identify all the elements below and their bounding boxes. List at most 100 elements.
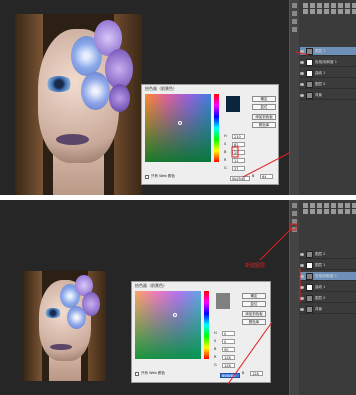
layer-row[interactable]: 曲线 1 [300, 283, 356, 292]
layer-mask-thumb [306, 283, 313, 291]
layer-thumb [306, 305, 313, 313]
eye-icon[interactable] [300, 296, 304, 300]
field-b: B 25 [224, 149, 245, 155]
field-s: S0 [214, 338, 235, 344]
layer-thumb [306, 47, 313, 55]
arrow-to-new-layer-button [259, 227, 293, 261]
adjustments-grid[interactable] [303, 3, 356, 14]
layers-panel: 图层 1 色相/饱和度 1 曲线 1 图层 0 背景 [289, 0, 356, 195]
eye-icon[interactable] [300, 252, 304, 256]
layer-thumb [306, 294, 313, 302]
field-blue: B 64 [252, 173, 273, 179]
layer-mask-thumb [306, 261, 313, 269]
color-cursor[interactable] [173, 313, 177, 317]
eye-icon[interactable] [300, 307, 304, 311]
eye-icon[interactable] [300, 285, 304, 289]
dialog-title: 拾色器（前景色） [145, 86, 177, 91]
hue-slider[interactable] [214, 94, 219, 162]
lips [55, 134, 89, 146]
layer-row[interactable]: 背景 [300, 91, 356, 100]
hex-input[interactable]: 0b2540 [230, 176, 250, 181]
layer-row[interactable]: 曲线 1 [300, 69, 356, 78]
field-s: S 82 [224, 141, 245, 147]
layer-mask-thumb [306, 69, 313, 77]
eye-icon[interactable] [300, 263, 304, 267]
current-color-swatch[interactable] [226, 104, 240, 112]
saturation-brightness-field[interactable] [135, 291, 201, 359]
blue-input[interactable]: 128 [250, 370, 263, 376]
web-colors-only[interactable]: 只有 Web 颜色 [145, 174, 175, 179]
eye-icon[interactable] [300, 274, 304, 278]
blue-input[interactable]: 64 [260, 173, 273, 179]
layer-thumb [306, 250, 313, 258]
field-blue: B 128 [242, 370, 263, 376]
r-input[interactable]: 128 [222, 354, 235, 360]
field-g: G 37 [224, 165, 245, 171]
hex-input[interactable]: 808080 [220, 373, 240, 378]
b-input[interactable]: 25 [232, 149, 245, 155]
panel-tool-strip [290, 0, 299, 195]
lips [50, 343, 72, 351]
field-b: B 50 [214, 346, 235, 352]
layer-thumb [306, 91, 313, 99]
field-h: H0 [214, 330, 235, 336]
eye-icon[interactable] [300, 82, 304, 86]
reset-button[interactable]: 复位 [242, 301, 266, 307]
flower-crown [67, 14, 137, 114]
add-to-swatches-button[interactable]: 添加到色板 [252, 114, 276, 120]
portrait-canvas[interactable] [15, 14, 142, 195]
layer-mask-thumb [306, 58, 313, 66]
color-libraries-button[interactable]: 颜色库 [242, 319, 266, 325]
color-picker-dialog: 拾色器（前景色） 确定 复位 添加到色板 颜色库 H0 S0 B 50 R 128 … [131, 281, 271, 383]
adjustments-grid[interactable] [303, 203, 356, 214]
ok-button[interactable]: 确定 [252, 96, 276, 102]
hue-slider[interactable] [204, 291, 209, 359]
color-cursor[interactable] [178, 121, 182, 125]
panel-tool-strip [290, 200, 299, 395]
ok-button[interactable]: 确定 [242, 293, 266, 299]
layer-row[interactable]: 背景 [300, 305, 356, 314]
layer-row[interactable]: 图层 0 [300, 80, 356, 89]
h-input[interactable]: 0 [222, 330, 235, 336]
saturation-brightness-field[interactable] [145, 94, 211, 162]
field-g: G 128 [214, 362, 235, 368]
field-r: R 11 [224, 157, 245, 163]
s-input[interactable]: 0 [222, 338, 235, 344]
web-colors-checkbox[interactable] [145, 174, 149, 179]
current-color-swatch[interactable] [216, 301, 230, 309]
flower-crown [58, 271, 103, 332]
color-picker-dialog: 拾色器（前景色） 确定 复位 添加到色板 颜色库 H 210 S 82 B 25 R1… [141, 84, 279, 185]
g-input[interactable]: 37 [232, 165, 245, 171]
reset-button[interactable]: 复位 [252, 104, 276, 110]
eye-icon[interactable] [300, 60, 304, 64]
layer-row[interactable]: 图层 1 [300, 47, 356, 56]
h-input[interactable]: 210 [232, 133, 245, 139]
annotation-label: 新建图层 [245, 263, 266, 269]
color-libraries-button[interactable]: 颜色库 [252, 122, 276, 128]
web-colors-only[interactable]: 只有 Web 颜色 [135, 371, 165, 376]
layer-row[interactable]: 图层 1 [300, 261, 356, 270]
field-r: R 128 [214, 354, 235, 360]
b-input[interactable]: 50 [222, 346, 235, 352]
web-colors-checkbox[interactable] [135, 371, 139, 376]
add-to-swatches-button[interactable]: 添加到色板 [242, 311, 266, 317]
eye-icon[interactable] [300, 71, 304, 75]
layers-panel: 图层 2 图层 1 色相/饱和度 1 曲线 1 图层 0 背景 [289, 200, 356, 395]
eye-icon[interactable] [300, 93, 304, 97]
layer-row[interactable]: 色相/饱和度 1 [300, 272, 356, 281]
g-input[interactable]: 128 [222, 362, 235, 368]
layer-row[interactable]: 色相/饱和度 1 [300, 58, 356, 67]
layer-row[interactable]: 图层 2 [300, 250, 356, 259]
layer-row[interactable]: 图层 0 [300, 294, 356, 303]
portrait-canvas[interactable] [24, 271, 106, 381]
field-h: H 210 [224, 133, 245, 139]
eye-icon[interactable] [300, 49, 304, 53]
new-color-swatch [216, 293, 230, 301]
screenshot-top: 拾色器（前景色） 确定 复位 添加到色板 颜色库 H 210 S 82 B 25 R1… [0, 0, 356, 195]
dialog-title: 拾色器（前景色） [135, 283, 167, 288]
layer-thumb [306, 272, 313, 280]
s-input[interactable]: 82 [232, 141, 245, 147]
r-input[interactable]: 11 [232, 157, 245, 163]
screenshot-bottom: 拾色器（前景色） 确定 复位 添加到色板 颜色库 H0 S0 B 50 R 128 … [0, 200, 356, 395]
new-color-swatch [226, 96, 240, 104]
